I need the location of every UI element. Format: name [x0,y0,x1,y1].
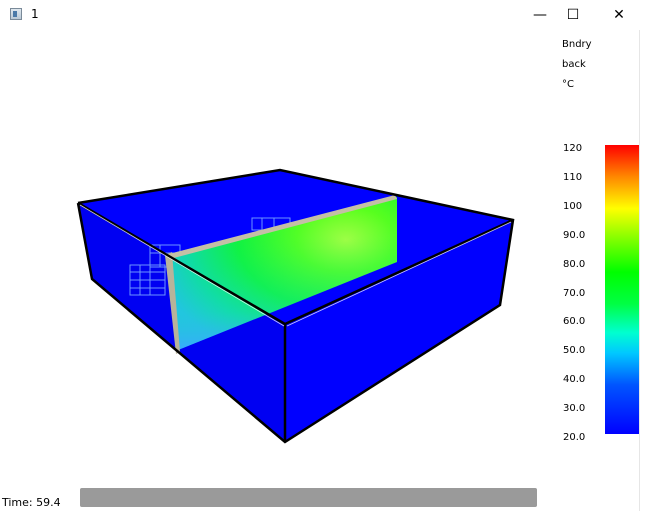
window-edge [639,30,645,511]
legend-tick-label: 50.0 [563,345,586,357]
minimize-icon: — [533,7,547,23]
maximize-icon: ☐ [566,7,580,23]
side-label: back [562,59,586,70]
time-slider-fill [80,488,537,507]
maximize-button[interactable]: ☐ [550,0,596,30]
legend-tick-label: 20.0 [563,432,586,443]
close-button[interactable]: ✕ [596,0,642,30]
legend-tick-label: 70.0 [563,287,586,299]
legend-tick-label: 100 [563,200,583,212]
app-icon [10,8,22,20]
close-icon: ✕ [613,7,625,23]
time-slider[interactable] [80,488,537,507]
title-bar[interactable]: 1 — ☐ ✕ [0,0,645,30]
window-title: 1 [31,7,39,21]
boundary-label: Bndry [562,39,592,50]
app-window: 1 — ☐ ✕ Bndry back °C 120 110 100 90.0 8… [0,0,645,511]
legend-tick-label: 60.0 [563,316,586,328]
3d-viewport[interactable] [0,30,560,480]
legend-tick-label: 40.0 [563,374,586,386]
unit-label: °C [562,79,574,90]
legend-tick-label: 90.0 [563,229,586,241]
legend-tick-label: 110 [563,171,583,183]
legend-tick-label: 80.0 [563,258,586,270]
color-legend-bar [605,145,639,434]
time-readout: Time: 59.4 [2,496,61,509]
legend-tick-label: 30.0 [563,403,586,415]
legend-tick-label: 120 [563,143,583,154]
